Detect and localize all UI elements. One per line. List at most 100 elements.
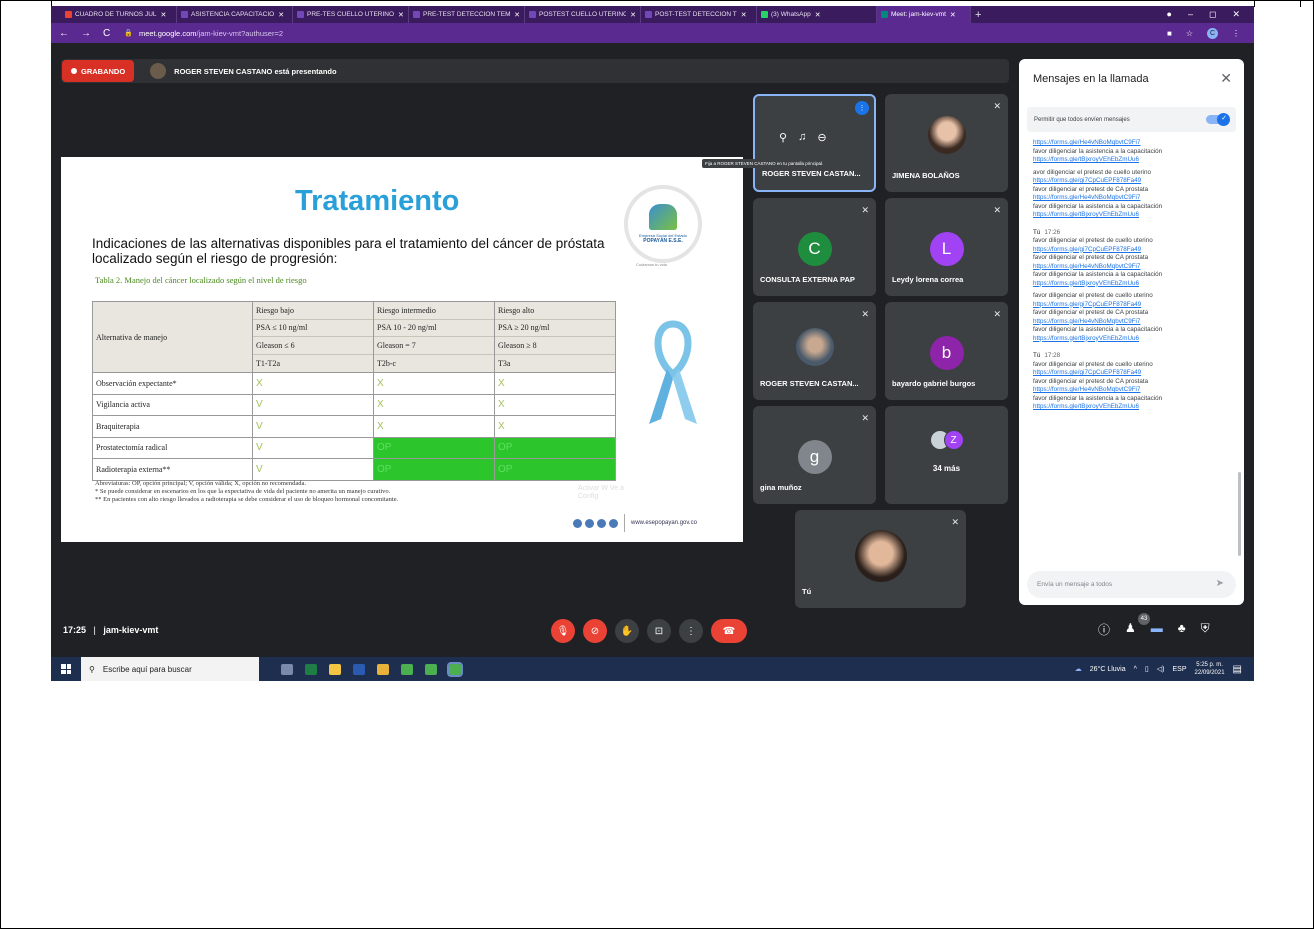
tab-bar: CUADRO DE TURNOS JUL ✕ ASISTENCIA CAPACITA…	[51, 6, 1254, 23]
task-view-icon[interactable]	[281, 663, 293, 675]
reload-icon[interactable]: C	[103, 28, 110, 39]
leave-call-button[interactable]: ☎	[711, 619, 747, 643]
tab-close-icon[interactable]: ✕	[741, 11, 747, 19]
tab-close-icon[interactable]: ✕	[398, 11, 404, 19]
ese-popayan-logo: Empresa Social del Estado POPAYÁN E.S.E.…	[624, 185, 702, 267]
message-link[interactable]: https://forms.gle/tBjxroyVEhEbZmUu6	[1033, 156, 1229, 165]
self-tile[interactable]: ✕ Tú	[795, 510, 966, 608]
table-row: Radioterapia externa** V OP OP	[92, 458, 616, 481]
chat-input[interactable]: Envía un mensaje a todos ➤	[1027, 571, 1236, 598]
excel-icon[interactable]	[305, 663, 317, 675]
permission-toggle[interactable]: ✓	[1206, 113, 1230, 126]
browser-tab[interactable]: ASISTENCIA CAPACITACIÓ ✕	[177, 6, 293, 23]
meeting-info: 17:25 | jam-kiev-vmt	[63, 625, 159, 635]
tab-close-icon[interactable]: ✕	[630, 11, 636, 19]
participant-tile[interactable]: ✕ C CONSULTA EXTERNA PAP	[753, 198, 876, 296]
message-link[interactable]: https://forms.gle/gi7CpCuEPF878Fa49	[1033, 246, 1229, 255]
language-indicator[interactable]: ESP	[1173, 666, 1187, 673]
menu-icon[interactable]: ⋮	[1232, 29, 1240, 38]
chrome-icon[interactable]	[425, 663, 437, 675]
clock[interactable]: 5:25 p. m. 22/09/2021	[1195, 661, 1225, 677]
back-icon[interactable]: ←	[59, 28, 69, 39]
send-icon[interactable]: ➤	[1216, 578, 1224, 589]
tab-close-icon[interactable]: ✕	[514, 11, 520, 19]
raise-hand-button[interactable]: ✋	[615, 619, 639, 643]
recording-indicator[interactable]: GRABANDO	[62, 60, 135, 82]
chrome-icon[interactable]	[401, 663, 413, 675]
mic-toggle-button[interactable]: 🎙	[551, 619, 575, 643]
profile-icon[interactable]: ●	[1167, 9, 1172, 20]
close-window-icon[interactable]: ✕	[1232, 9, 1240, 20]
participant-tile[interactable]: ✕ L Leydy lorena correa	[885, 198, 1008, 296]
explorer-icon[interactable]	[377, 663, 389, 675]
message-link[interactable]: https://forms.gle/He4vNBoMqbvtC9Fi7	[1033, 263, 1229, 272]
camera-icon[interactable]: ■	[1167, 29, 1172, 38]
divider	[1254, 0, 1255, 7]
browser-tab[interactable]: CUADRO DE TURNOS JUL ✕	[61, 6, 177, 23]
profile-avatar[interactable]: C	[1207, 27, 1218, 39]
message-link[interactable]: https://forms.gle/tBjxroyVEhEbZmUu6	[1033, 403, 1229, 412]
forward-icon[interactable]: →	[81, 28, 91, 39]
present-button[interactable]: ⊡	[647, 619, 671, 643]
chat-scrollbar[interactable]	[1238, 472, 1241, 556]
message-link[interactable]: https://forms.gle/He4vNBoMqbvtC9Fi7	[1033, 318, 1229, 327]
participant-avatar: Z	[943, 430, 964, 450]
bookmark-star-icon[interactable]: ☆	[1186, 29, 1193, 38]
tab-close-icon[interactable]: ✕	[815, 11, 821, 19]
tab-favicon-icon	[645, 11, 652, 18]
more-participants-tile[interactable]: Z 34 más	[885, 406, 1008, 504]
message-text: favor diligenciar la asistencia a la cap…	[1033, 147, 1163, 155]
browser-tab[interactable]: POST-TEST DETECCIÓN T ✕	[641, 6, 757, 23]
message-sender: Tú 17:28	[1033, 352, 1061, 359]
info-icon[interactable]: ⓘ	[1098, 621, 1110, 638]
camera-toggle-button[interactable]: ⊘	[583, 619, 607, 643]
weather-label[interactable]: 26°C Lluvia	[1090, 666, 1126, 673]
notifications-icon[interactable]: ▤	[1233, 664, 1242, 675]
activities-icon[interactable]: ♣	[1178, 621, 1186, 638]
message-link[interactable]: https://forms.gle/gi7CpCuEPF878Fa49	[1033, 301, 1229, 310]
browser-tab[interactable]: Meet: jam-kiev-vmt ✕	[877, 6, 971, 23]
message-link[interactable]: https://forms.gle/He4vNBoMqbvtC9Fi7	[1033, 194, 1229, 203]
participant-tile[interactable]: ✕ g gina muñoz	[753, 406, 876, 504]
chevron-up-icon[interactable]: ^	[1134, 666, 1137, 673]
new-tab-button[interactable]: +	[971, 6, 985, 23]
word-icon[interactable]	[353, 663, 365, 675]
network-icon[interactable]: ▯	[1145, 665, 1149, 673]
volume-icon[interactable]: ◁)	[1157, 665, 1165, 673]
message-link[interactable]: https://forms.gle/He4vNBoMqbvtC9Fi7	[1033, 386, 1229, 395]
tab-close-icon[interactable]: ✕	[950, 11, 956, 19]
mic-off-icon: ✕	[993, 205, 1001, 215]
taskbar-search[interactable]: ⚲ Escribe aquí para buscar	[81, 657, 259, 681]
mic-icon[interactable]: ♫	[798, 131, 806, 144]
people-icon[interactable]: ♟	[1125, 621, 1136, 638]
browser-tab[interactable]: PRE-TES CUELLO UTERINO ✕	[293, 6, 409, 23]
participant-tile[interactable]: ✕ b bayardo gabriel burgos	[885, 302, 1008, 400]
maximize-icon[interactable]: ◻	[1209, 9, 1216, 20]
pin-icon[interactable]: ⚲	[779, 131, 787, 144]
browser-tab[interactable]: POSTEST CUELLO UTERINO ✕	[525, 6, 641, 23]
participant-tile[interactable]: ✕ ROGER STEVEN CASTAN...	[753, 302, 876, 400]
message-link[interactable]: https://forms.gle/He4vNBoMqbvtC9Fi7	[1033, 139, 1229, 148]
browser-tab[interactable]: (3) WhatsApp ✕	[757, 6, 877, 23]
message-link[interactable]: https://forms.gle/tBjxroyVEhEbZmUu6	[1033, 211, 1229, 220]
participant-tile[interactable]: ✕ JIMENA BOLAÑOS	[885, 94, 1008, 192]
message-link[interactable]: https://forms.gle/tBjxroyVEhEbZmUu6	[1033, 335, 1229, 344]
chrome-icon[interactable]	[447, 661, 463, 677]
store-icon[interactable]	[329, 663, 341, 675]
message-link[interactable]: https://forms.gle/gi7CpCuEPF878Fa49	[1033, 369, 1229, 378]
minimize-icon[interactable]: –	[1188, 9, 1193, 20]
close-icon[interactable]: ✕	[1220, 70, 1232, 87]
host-controls-icon[interactable]: ⛨	[1201, 621, 1210, 638]
chat-icon[interactable]: ▬	[1151, 621, 1163, 638]
tab-close-icon[interactable]: ✕	[161, 11, 167, 19]
remove-icon[interactable]: ⊖	[817, 131, 826, 144]
message-link[interactable]: https://forms.gle/gi7CpCuEPF878Fa49	[1033, 177, 1229, 186]
browser-tab[interactable]: PRE-TEST DETECCIÓN TEM ✕	[409, 6, 525, 23]
url-field[interactable]: meet.google.com/jam-kiev-vmt?authuser=2	[139, 29, 283, 38]
tab-close-icon[interactable]: ✕	[278, 11, 284, 19]
windows-start-icon[interactable]	[61, 664, 71, 674]
participant-tile-presenter[interactable]: ⋮ ⚲ ♫ ⊖ ROGER STEVEN CASTAN...	[753, 94, 876, 192]
mic-off-icon: ✕	[861, 309, 869, 319]
more-options-button[interactable]: ⋮	[679, 619, 703, 643]
message-link[interactable]: https://forms.gle/tBjxroyVEhEbZmUu6	[1033, 280, 1229, 289]
